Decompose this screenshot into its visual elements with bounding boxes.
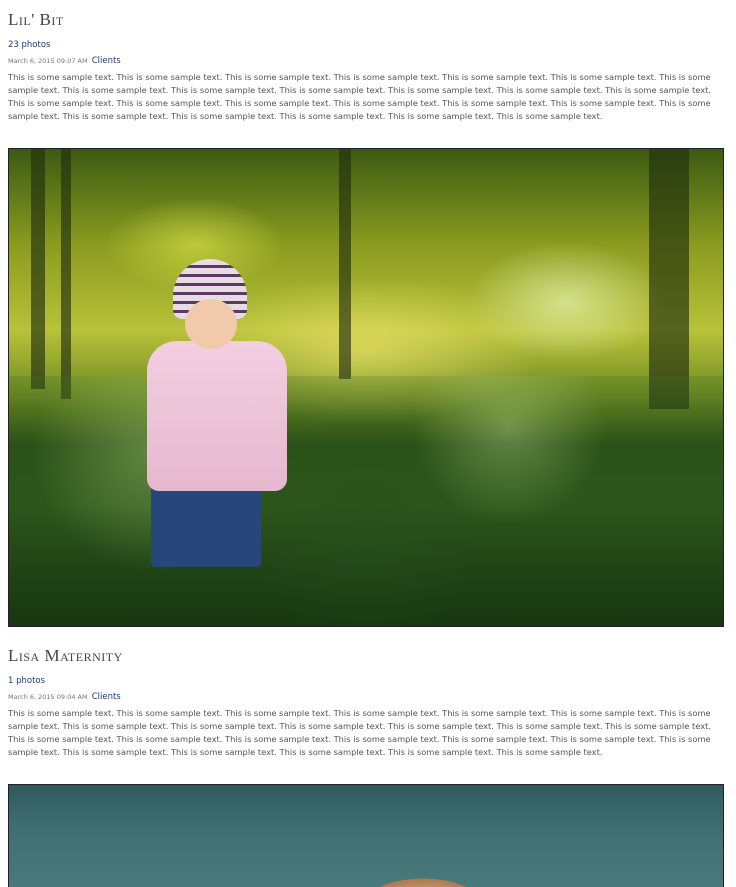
category-link[interactable]: Clients <box>92 56 121 66</box>
photo-ground <box>9 376 723 626</box>
photo-jeans <box>151 487 261 567</box>
post-excerpt: This is some sample text. This is some s… <box>8 72 712 121</box>
post-title[interactable]: Lisa Maternity <box>8 646 724 666</box>
photo-tree <box>649 149 689 409</box>
photo-tree <box>31 149 45 389</box>
photo-child <box>137 259 297 579</box>
post-excerpt: This is some sample text. This is some s… <box>8 708 712 757</box>
post-title[interactable]: Lil' Bit <box>8 10 724 30</box>
photo-jacket <box>147 341 287 491</box>
gallery-post-lisa-maternity: Lisa Maternity 1 photos March 6, 2015 09… <box>8 636 724 759</box>
post-date: March 6, 2015 09:07 AM <box>8 57 88 65</box>
post-meta: March 6, 2015 09:07 AM Clients <box>8 56 724 67</box>
photo-tree <box>61 149 71 399</box>
photo-count-link[interactable]: 1 photos <box>8 675 724 687</box>
gallery-cover-photo[interactable] <box>8 784 724 887</box>
gallery-post-lil-bit: Lil' Bit 23 photos March 6, 2015 09:07 A… <box>8 0 724 123</box>
post-date: March 6, 2015 09:04 AM <box>8 693 88 701</box>
photo-tree <box>339 149 351 379</box>
category-link[interactable]: Clients <box>92 692 121 702</box>
post-meta: March 6, 2015 09:04 AM Clients <box>8 692 724 703</box>
gallery-cover-photo[interactable] <box>8 148 724 627</box>
photo-face <box>185 299 237 349</box>
photo-count-link[interactable]: 23 photos <box>8 39 724 51</box>
